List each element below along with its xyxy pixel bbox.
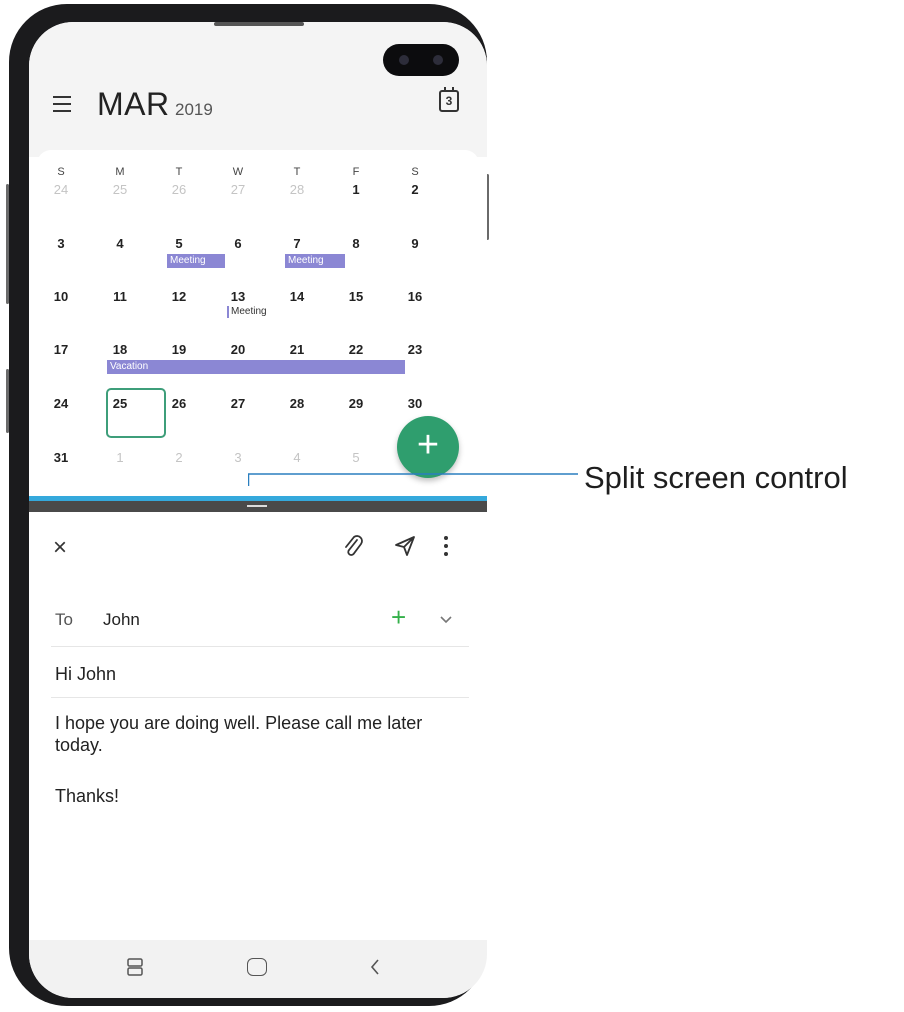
event-vacation[interactable]: Vacation [107, 360, 405, 374]
calendar-day[interactable]: 6 [218, 236, 258, 251]
calendar-day[interactable]: 28 [277, 396, 317, 411]
event-meeting[interactable]: Meeting [167, 254, 225, 268]
calendar-day[interactable]: 9 [395, 236, 435, 251]
calendar-day[interactable]: 27 [218, 182, 258, 197]
calendar-day[interactable]: 26 [159, 182, 199, 197]
calendar-day[interactable]: 5 [336, 450, 376, 465]
callout-line [247, 473, 578, 487]
calendar-day[interactable]: 22 [336, 342, 376, 357]
divider [51, 646, 469, 647]
calendar-day[interactable]: 23 [395, 342, 435, 357]
weekday-label: T [293, 166, 301, 178]
hamburger-icon[interactable] [53, 96, 71, 112]
calendar-day[interactable]: 29 [336, 396, 376, 411]
weekday-label: W [232, 166, 244, 178]
calendar-day[interactable]: 8 [336, 236, 376, 251]
calendar-day[interactable]: 1 [100, 450, 140, 465]
calendar-day[interactable]: 2 [159, 450, 199, 465]
screen: MAR 2019 3 S M T W T F S 24 25 26 27 28 … [29, 22, 487, 998]
calendar-day[interactable]: 12 [159, 289, 199, 304]
split-screen-handle[interactable] [247, 505, 267, 507]
bixby-button [6, 369, 9, 433]
earpiece [214, 22, 304, 26]
chevron-down-icon[interactable] [439, 612, 453, 624]
email-compose: × To John + Hi John I hope you are doing… [29, 512, 487, 952]
calendar-day[interactable]: 24 [41, 182, 81, 197]
calendar-day[interactable]: 2 [395, 182, 435, 197]
close-icon[interactable]: × [53, 536, 67, 560]
camera-lens [399, 55, 409, 65]
camera-lens [433, 55, 443, 65]
navigation-bar [29, 940, 487, 998]
paperclip-icon[interactable] [341, 534, 365, 560]
email-body[interactable]: I hope you are doing well. Please call m… [55, 712, 465, 756]
divider [51, 697, 469, 698]
calendar-day[interactable]: 13 [218, 289, 258, 304]
home-icon[interactable] [247, 958, 267, 976]
weekday-label: T [175, 166, 183, 178]
year-label: 2019 [175, 100, 213, 119]
calendar-day[interactable]: 21 [277, 342, 317, 357]
calendar-day[interactable]: 28 [277, 182, 317, 197]
calendar-day[interactable]: 16 [395, 289, 435, 304]
subject-field[interactable]: Hi John [55, 664, 116, 685]
weekday-label: S [57, 166, 65, 178]
event-meeting[interactable]: Meeting [285, 254, 345, 268]
calendar-day[interactable]: 3 [218, 450, 258, 465]
calendar-day[interactable]: 26 [159, 396, 199, 411]
volume-button [6, 184, 9, 304]
calendar-day[interactable]: 7 [277, 236, 317, 251]
calendar-day[interactable]: 18 [100, 342, 140, 357]
weekday-label: S [411, 166, 419, 178]
front-camera [383, 44, 459, 76]
email-signoff[interactable]: Thanks! [55, 786, 119, 807]
add-event-button[interactable]: + [397, 416, 459, 478]
calendar-day[interactable]: 17 [41, 342, 81, 357]
calendar-day[interactable]: 10 [41, 289, 81, 304]
calendar-day[interactable]: 14 [277, 289, 317, 304]
calendar-day[interactable]: 30 [395, 396, 435, 411]
weekday-label: F [352, 166, 360, 178]
calendar-day[interactable]: 11 [100, 289, 140, 304]
calendar-day-selected[interactable]: 25 [100, 396, 140, 411]
callout-label: Split screen control [584, 460, 848, 495]
recents-icon[interactable] [127, 958, 143, 976]
calendar-day[interactable]: 19 [159, 342, 199, 357]
calendar-day[interactable]: 15 [336, 289, 376, 304]
calendar-day[interactable]: 4 [100, 236, 140, 251]
back-icon[interactable] [369, 958, 381, 976]
to-label: To [55, 610, 73, 629]
calendar-day[interactable]: 5 [159, 236, 199, 251]
calendar-day[interactable]: 20 [218, 342, 258, 357]
weekday-label: M [115, 166, 125, 178]
calendar-header: MAR 2019 3 [29, 22, 487, 157]
calendar-day[interactable]: 24 [41, 396, 81, 411]
calendar-day[interactable]: 31 [41, 450, 81, 465]
more-vertical-icon[interactable] [443, 536, 449, 556]
add-recipient-button[interactable]: + [391, 602, 406, 632]
phone-frame: MAR 2019 3 S M T W T F S 24 25 26 27 28 … [6, 4, 489, 1006]
calendar-day[interactable]: 1 [336, 182, 376, 197]
month-title[interactable]: MAR [97, 86, 170, 123]
event-meeting[interactable]: Meeting [227, 306, 267, 318]
calendar-day[interactable]: 25 [100, 182, 140, 197]
recipient-field[interactable]: John [103, 610, 140, 630]
calendar-day[interactable]: 27 [218, 396, 258, 411]
calendar-day[interactable]: 3 [41, 236, 81, 251]
calendar-day[interactable]: 4 [277, 450, 317, 465]
calendar-today-icon[interactable]: 3 [439, 87, 459, 112]
send-icon[interactable] [393, 534, 417, 558]
